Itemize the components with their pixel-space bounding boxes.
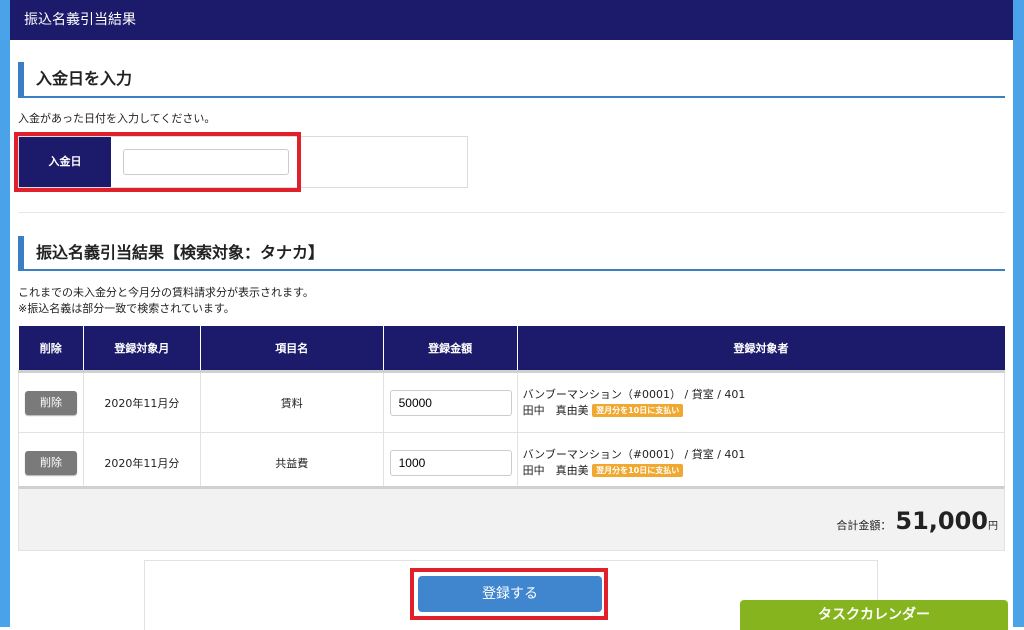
total-bar: 合計金額： 51,000円 bbox=[18, 486, 1005, 551]
column-header-item: 項目名 bbox=[200, 326, 384, 372]
delete-cell: 削除 bbox=[18, 370, 84, 433]
tenant-name: 田中 真由美 bbox=[522, 463, 589, 477]
left-frame bbox=[0, 0, 10, 627]
highlight-frame-date bbox=[14, 132, 301, 192]
results-description-1: これまでの未入金分と今月分の賃料請求分が表示されます。 bbox=[18, 286, 314, 299]
date-section-description: 入金があった日付を入力してください。 bbox=[18, 112, 216, 125]
item-cell: 共益費 bbox=[199, 432, 384, 493]
amount-input[interactable] bbox=[389, 449, 512, 476]
target-property: バンブーマンション（#0001） / 貸室 / 401 bbox=[522, 387, 746, 401]
table-header-row: 削除 登録対象月 項目名 登録金額 登録対象者 bbox=[18, 326, 1005, 372]
delete-cell: 削除 bbox=[18, 432, 84, 493]
target-tenant-line: 田中 真由美 翌月分を10日に支払い bbox=[523, 463, 1003, 479]
column-header-month: 登録対象月 bbox=[83, 326, 201, 372]
delete-button[interactable]: 削除 bbox=[24, 390, 77, 415]
date-section-underline bbox=[18, 96, 1005, 98]
amount-cell bbox=[382, 370, 518, 433]
amount-input[interactable] bbox=[389, 389, 512, 416]
results-section-underline bbox=[18, 269, 1005, 271]
highlight-frame-submit bbox=[410, 568, 608, 620]
payment-terms-badge: 翌月分を10日に支払い bbox=[592, 404, 684, 417]
target-property: バンブーマンション（#0001） / 貸室 / 401 bbox=[522, 447, 746, 461]
item-cell: 賃料 bbox=[199, 370, 384, 433]
amount-cell bbox=[382, 432, 518, 493]
table-row: 削除 2020年11月分 賃料 バンブーマンション（#0001） / 貸室 / … bbox=[18, 370, 1006, 433]
task-calendar-tab[interactable]: タスクカレンダー bbox=[740, 600, 1008, 630]
total-label: 合計金額： bbox=[836, 519, 892, 532]
target-cell: バンブーマンション（#0001） / 貸室 / 401 田中 真由美 翌月分を1… bbox=[516, 370, 1006, 433]
window-title-bar: 振込名義引当結果 bbox=[10, 0, 1013, 40]
section-divider bbox=[18, 212, 1005, 213]
table-row: 削除 2020年11月分 共益費 バンブーマンション（#0001） / 貸室 /… bbox=[18, 432, 1006, 493]
total-unit: 円 bbox=[988, 521, 998, 532]
target-cell: バンブーマンション（#0001） / 貸室 / 401 田中 真由美 翌月分を1… bbox=[516, 432, 1006, 493]
month-cell: 2020年11月分 bbox=[82, 370, 201, 433]
right-frame bbox=[1013, 0, 1024, 627]
date-section-heading: 入金日を入力 bbox=[18, 62, 1005, 96]
delete-button[interactable]: 削除 bbox=[24, 450, 77, 475]
column-header-target: 登録対象者 bbox=[517, 326, 1005, 372]
results-description-2: ※振込名義は部分一致で検索されています。 bbox=[18, 302, 235, 315]
column-header-amount: 登録金額 bbox=[383, 326, 518, 372]
total-value: 51,000 bbox=[895, 507, 988, 535]
month-cell: 2020年11月分 bbox=[82, 432, 201, 493]
total-amount: 合計金額： 51,000円 bbox=[836, 507, 998, 535]
tenant-name: 田中 真由美 bbox=[522, 403, 589, 417]
results-section-heading: 振込名義引当結果【検索対象：タナカ】 bbox=[18, 236, 1005, 270]
window-title: 振込名義引当結果 bbox=[24, 12, 136, 28]
column-header-delete: 削除 bbox=[18, 326, 84, 372]
target-tenant-line: 田中 真由美 翌月分を10日に支払い bbox=[523, 403, 1003, 419]
payment-terms-badge: 翌月分を10日に支払い bbox=[592, 464, 684, 477]
main-content: 入金日を入力 入金があった日付を入力してください。 入金日 振込名義引当結果【検… bbox=[10, 40, 1013, 630]
results-table: 削除 登録対象月 項目名 登録金額 登録対象者 削除 2020年11月分 賃料 … bbox=[18, 326, 1006, 493]
